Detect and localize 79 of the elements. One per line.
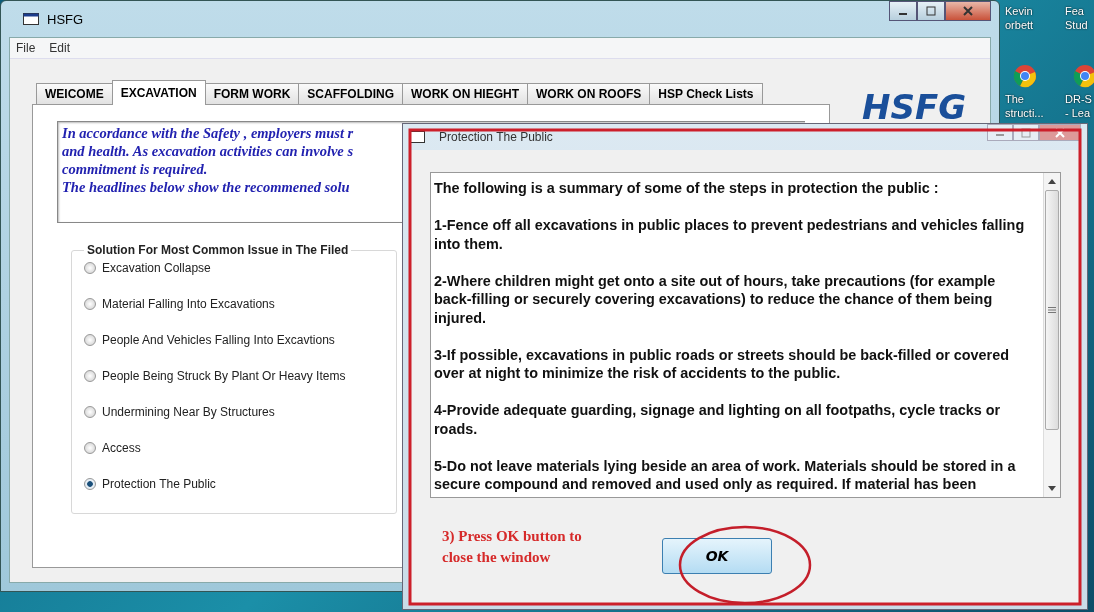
intro-text-line: commitment is required.: [62, 160, 208, 178]
maximize-icon: [926, 6, 936, 16]
desktop-icon-label[interactable]: structi...: [1005, 106, 1044, 120]
radio-button[interactable]: [84, 406, 96, 418]
maximize-button[interactable]: [917, 1, 945, 21]
desktop-icon-label[interactable]: Kevin: [1005, 4, 1033, 18]
radio-button[interactable]: [84, 478, 96, 490]
text-line: 5-Do not leave materials lying beside an area of work. Materials should be stored in a: [434, 456, 1016, 475]
close-icon: [1055, 127, 1065, 138]
minimize-icon: [899, 13, 907, 15]
menu-item[interactable]: Edit: [49, 41, 71, 55]
text-line: over at night to minimize the risk of accidents to the public.: [434, 364, 841, 383]
tab[interactable]: WORK ON ROOFS: [527, 83, 651, 104]
desktop-icon-label[interactable]: The: [1005, 92, 1024, 106]
radio-label: Access: [102, 441, 141, 455]
menu-item[interactable]: File: [16, 41, 36, 55]
radio-button[interactable]: [84, 262, 96, 274]
text-line: secure compound and removed and used only as required. If material has been: [434, 475, 977, 494]
desktop-icon-label[interactable]: Fea: [1065, 4, 1084, 18]
radio-label: Protection The Public: [102, 477, 216, 491]
radio-option[interactable]: Protection The Public: [84, 477, 384, 491]
text-line: The following is a summary of some of the steps in protection the public :: [434, 179, 939, 198]
tab[interactable]: SCAFFOLDING: [298, 83, 403, 104]
window-title: HSFG: [47, 11, 84, 27]
ok-button[interactable]: OK: [662, 538, 772, 574]
tab[interactable]: EXCAVATION: [111, 80, 206, 105]
tab[interactable]: HSP Check Lists: [649, 83, 763, 104]
desktop-icon-label[interactable]: Stud: [1065, 18, 1088, 32]
text-box[interactable]: [430, 172, 1061, 498]
tab[interactable]: WEICOME: [36, 83, 113, 104]
annotation-text: 3) Press OK button to close the window: [442, 527, 583, 567]
close-button[interactable]: [945, 1, 991, 21]
radio-button[interactable]: [84, 334, 96, 346]
radio-button[interactable]: [84, 370, 96, 382]
radio-option[interactable]: People Being Struck By Plant Or Heavy Items: [84, 369, 384, 383]
text-line: injured.: [434, 308, 486, 327]
text-line: 1-Fence off all excavations in public places to prevent pedestrians and vehicles falling: [434, 216, 1025, 235]
radio-label: Material Falling Into Excavations: [102, 297, 275, 311]
radio-button[interactable]: [84, 442, 96, 454]
intro-text-line: and health. As excavation activities can involve s: [62, 142, 354, 160]
intro-text-line: The headlines below show the recommened solu: [62, 178, 350, 196]
radio-option[interactable]: Undermining Near By Structures: [84, 405, 384, 419]
maximize-icon: [1021, 127, 1031, 138]
minimize-icon: [996, 134, 1004, 136]
text-line: roads.: [434, 419, 478, 438]
desktop-icon-label[interactable]: orbett: [1005, 18, 1034, 32]
radio-button[interactable]: [84, 298, 96, 310]
grip-icon: [1048, 307, 1056, 313]
radio-label: Undermining Near By Structures: [102, 405, 275, 419]
window-icon: [23, 13, 39, 25]
radio-option[interactable]: Access: [84, 441, 384, 455]
radio-label: People And Vehicles Falling Into Excavtions: [102, 333, 335, 347]
desktop-icon-label[interactable]: - Lea: [1065, 106, 1091, 120]
radio-option[interactable]: Excavation Collapse: [84, 261, 384, 275]
text-line: into them.: [434, 234, 503, 253]
close-icon: [963, 6, 973, 16]
scrollbar[interactable]: [1043, 173, 1060, 497]
tab[interactable]: FORM WORK: [204, 83, 300, 104]
radio-option[interactable]: Material Falling Into Excavations: [84, 297, 384, 311]
scroll-down-icon[interactable]: [1048, 486, 1056, 491]
browser-icon[interactable]: [1073, 64, 1094, 88]
scroll-up-icon[interactable]: [1048, 179, 1056, 184]
dialog-title: Protection The Public: [439, 130, 553, 144]
text-line: back-filling or securely covering excavations) to reduce the chance of them being: [434, 290, 993, 309]
radio-label: People Being Struck By Plant Or Heavy Items: [102, 369, 346, 383]
intro-text-line: In accordance with the Safety , employers must r: [62, 124, 354, 142]
window-icon: [409, 131, 425, 143]
group-title: Solution For Most Common Issue in The Filed: [86, 243, 350, 257]
radio-option[interactable]: People And Vehicles Falling Into Excavtions: [84, 333, 384, 347]
text-line: 2-Where children might get onto a site out of hours, take precautions (for example: [434, 271, 996, 290]
text-line: 3-If possible, excavations in public roads or streets should be back-filled or covered: [434, 345, 1009, 364]
logo-text: HSFG: [862, 87, 967, 127]
tab[interactable]: WORK ON HIEGHT: [402, 83, 528, 104]
minimize-button[interactable]: [889, 1, 917, 21]
browser-icon[interactable]: [1013, 64, 1037, 88]
radio-label: Excavation Collapse: [102, 261, 211, 275]
scroll-thumb[interactable]: [1045, 190, 1059, 430]
text-line: 4-Provide adequate guarding, signage and lighting on all footpaths, cycle tracks or: [434, 401, 1001, 420]
desktop-icon-label[interactable]: DR-S: [1065, 92, 1092, 106]
